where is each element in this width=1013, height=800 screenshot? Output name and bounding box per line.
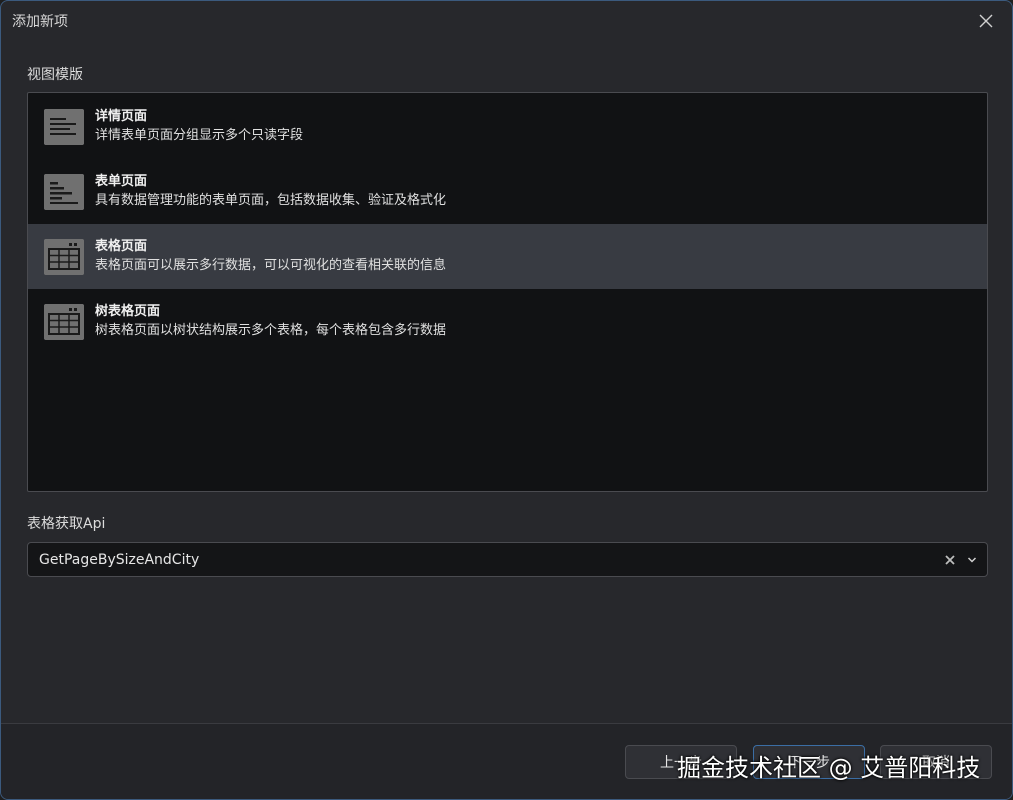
template-item-desc: 表格页面可以展示多行数据，可以可视化的查看相关联的信息 [95,258,447,273]
title-bar: 添加新项 [1,1,1012,41]
template-item-title: 树表格页面 [95,304,161,319]
template-item-desc: 具有数据管理功能的表单页面，包括数据收集、验证及格式化 [95,193,447,208]
template-item-title: 表单页面 [95,174,148,189]
template-item-detail[interactable]: 详情页面 详情表单页面分组显示多个只读字段 [28,94,987,159]
tree-table-page-icon [44,303,84,340]
close-button[interactable] [974,9,998,33]
watermark: 掘金技术社区 @ 艾普阳科技 [677,754,981,782]
template-list: 详情页面 详情表单页面分组显示多个只读字段 表单页面 具有数据管理功能的表单页面… [27,92,988,492]
dialog-title: 添加新项 [12,14,68,30]
detail-page-icon [44,108,84,145]
clear-button[interactable] [941,551,959,569]
template-item-table[interactable]: 表格页面 表格页面可以展示多行数据，可以可视化的查看相关联的信息 [28,224,987,289]
view-template-label: 视图模版 [27,67,83,83]
template-item-desc: 树表格页面以树状结构展示多个表格，每个表格包含多行数据 [95,323,447,338]
table-api-value: GetPageBySizeAndCity [39,551,200,568]
template-item-desc: 详情表单页面分组显示多个只读字段 [95,128,304,143]
template-item-form[interactable]: 表单页面 具有数据管理功能的表单页面，包括数据收集、验证及格式化 [28,159,987,224]
dropdown-button[interactable] [963,551,981,569]
template-item-tree-table[interactable]: 树表格页面 树表格页面以树状结构展示多个表格，每个表格包含多行数据 [28,289,987,354]
close-icon [979,14,993,28]
chevron-down-icon [967,556,977,563]
template-item-title: 详情页面 [95,109,148,124]
add-new-item-dialog: 添加新项 视图模版 详情页面 详情表单页面分组显示多个只读字段 表单页面 具有数… [0,0,1013,800]
table-api-label: 表格获取Api [27,516,106,532]
table-api-select[interactable]: GetPageBySizeAndCity [27,542,988,577]
table-page-icon [44,238,84,275]
form-page-icon [44,173,84,210]
template-item-title: 表格页面 [95,239,148,254]
clear-icon [945,554,955,565]
